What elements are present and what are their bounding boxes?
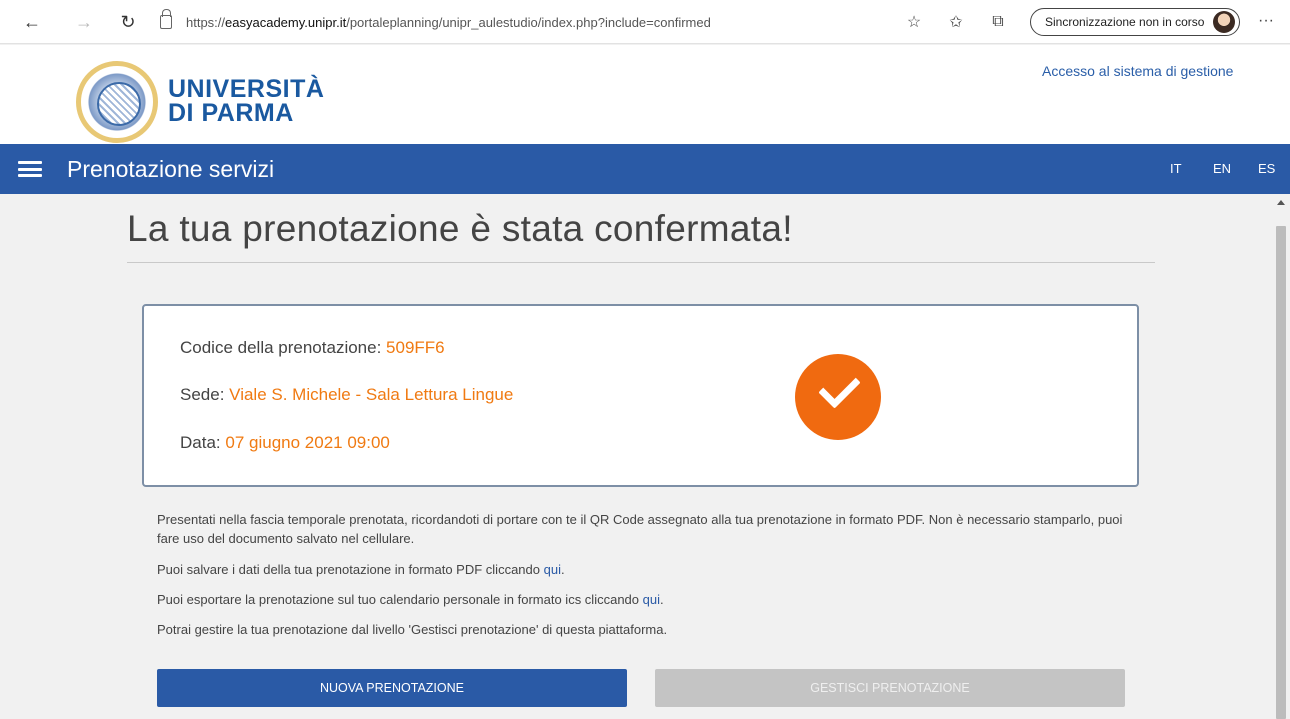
info-paragraph-manage: Potrai gestire la tua prenotazione dal l…	[157, 622, 668, 637]
lang-en[interactable]: EN	[1213, 161, 1231, 176]
booking-site-label: Sede:	[180, 385, 225, 404]
collections-icon[interactable]: ⧉	[986, 10, 1010, 34]
checkmark-icon	[795, 354, 881, 440]
new-booking-button[interactable]: NUOVA PRENOTAZIONE	[157, 669, 627, 707]
sync-status-button[interactable]: Sincronizzazione non in corso	[1030, 8, 1240, 36]
info-pdf-text: Puoi salvare i dati della tua prenotazio…	[157, 562, 544, 577]
lang-es[interactable]: ES	[1258, 161, 1275, 176]
address-bar[interactable]: https://easyacademy.unipr.it/portaleplan…	[160, 8, 711, 36]
booking-date-label: Data:	[180, 433, 221, 452]
info-paragraph-pdf: Puoi salvare i dati della tua prenotazio…	[157, 562, 565, 577]
booking-code-label: Codice della prenotazione:	[180, 338, 382, 357]
more-icon[interactable]: ···	[1258, 12, 1274, 30]
add-favorite-icon[interactable]: ☆	[902, 10, 926, 34]
manage-booking-button[interactable]: GESTISCI PRENOTAZIONE	[655, 669, 1125, 707]
booking-site-row: Sede: Viale S. Michele - Sala Lettura Li…	[180, 385, 513, 405]
main-content: La tua prenotazione è stata confermata! …	[0, 194, 1273, 719]
profile-icon[interactable]	[1213, 11, 1235, 33]
url-prefix: https://	[186, 14, 226, 30]
url-domain: easyacademy.unipr.it	[225, 14, 347, 30]
menu-icon[interactable]	[18, 161, 42, 177]
booking-date-value: 07 giugno 2021 09:00	[225, 433, 390, 452]
scroll-up-icon[interactable]	[1277, 200, 1285, 205]
booking-code-value: 509FF6	[386, 338, 445, 357]
refresh-icon[interactable]: ↻	[114, 8, 142, 36]
booking-confirmation-card: Codice della prenotazione: 509FF6 Sede: …	[142, 304, 1139, 487]
university-seal-logo[interactable]	[76, 61, 158, 143]
lang-it[interactable]: IT	[1170, 161, 1182, 176]
pdf-download-link[interactable]: qui	[544, 562, 561, 577]
lock-icon[interactable]	[160, 9, 172, 29]
site-header: UNIVERSITÀ DI PARMA Accesso al sistema d…	[0, 45, 1290, 144]
booking-date-row: Data: 07 giugno 2021 09:00	[180, 433, 390, 453]
management-access-link[interactable]: Accesso al sistema di gestione	[1042, 63, 1233, 79]
university-name[interactable]: UNIVERSITÀ DI PARMA	[168, 75, 325, 127]
sync-status-label: Sincronizzazione non in corso	[1045, 15, 1205, 29]
favorites-icon[interactable]: ✩	[944, 10, 968, 34]
university-name-line1: UNIVERSITÀ	[168, 75, 325, 103]
main-nav-bar: Prenotazione servizi IT EN ES	[0, 144, 1290, 194]
forward-icon[interactable]: →	[70, 8, 98, 36]
info-ics-text: Puoi esportare la prenotazione sul tuo c…	[157, 592, 643, 607]
booking-code-row: Codice della prenotazione: 509FF6	[180, 338, 445, 358]
info-paragraph-qr: Presentati nella fascia temporale prenot…	[157, 512, 1123, 546]
ics-export-link[interactable]: qui	[643, 592, 660, 607]
booking-site-value: Viale S. Michele - Sala Lettura Lingue	[229, 385, 514, 404]
browser-toolbar: ← → ↻ https://easyacademy.unipr.it/porta…	[0, 0, 1290, 44]
title-divider	[127, 262, 1155, 263]
back-icon[interactable]: ←	[18, 8, 46, 36]
page-title: La tua prenotazione è stata confermata!	[127, 208, 793, 249]
nav-title[interactable]: Prenotazione servizi	[67, 156, 274, 183]
scrollbar-thumb[interactable]	[1276, 226, 1286, 719]
page-scrollbar[interactable]	[1273, 194, 1290, 719]
info-paragraph-ics: Puoi esportare la prenotazione sul tuo c…	[157, 592, 664, 607]
url-path: /portaleplanning/unipr_aulestudio/index.…	[346, 14, 711, 30]
university-name-line2: DI PARMA	[168, 99, 294, 127]
